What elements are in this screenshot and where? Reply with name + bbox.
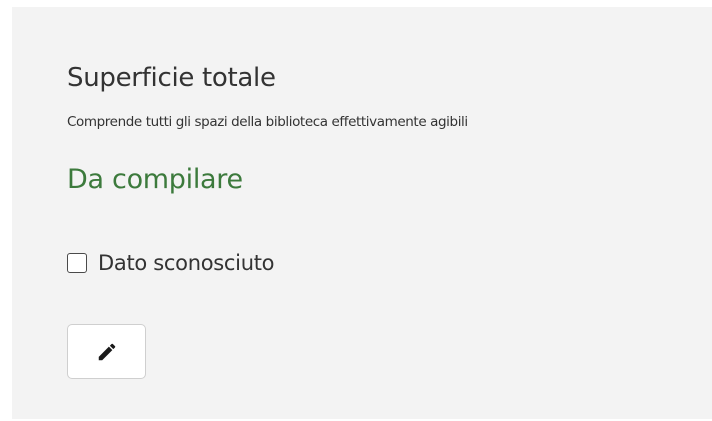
field-card: Superficie totale Comprende tutti gli sp… [12, 7, 712, 419]
unknown-data-label[interactable]: Dato sconosciuto [98, 251, 275, 275]
edit-button[interactable] [67, 324, 146, 379]
unknown-data-checkbox[interactable] [67, 253, 87, 273]
unknown-data-option[interactable]: Dato sconosciuto [67, 248, 275, 278]
field-title: Superficie totale [67, 63, 276, 93]
field-description: Comprende tutti gli spazi della bibliote… [67, 114, 468, 130]
pencil-icon [98, 343, 115, 360]
field-status: Da compilare [67, 164, 243, 195]
